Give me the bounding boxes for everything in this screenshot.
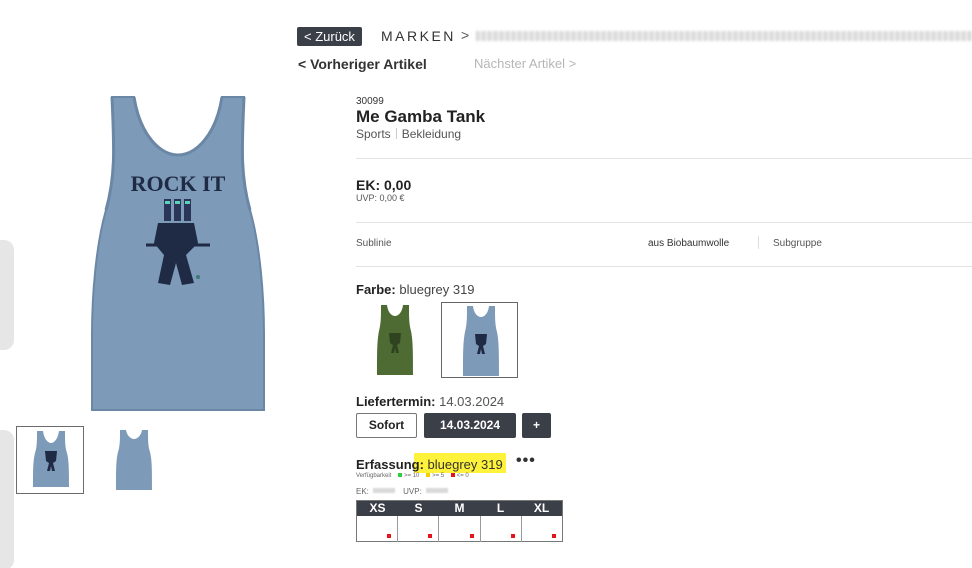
product-categories: Sports Bekleidung [356,127,461,141]
sofort-button[interactable]: Sofort [356,413,417,438]
entry-color: bluegrey 319 [427,457,503,472]
quantity-input[interactable] [398,516,440,542]
availability-indicator [469,534,474,538]
divider [356,266,972,267]
redacted-value [372,488,395,493]
availability-label: Verfügbarkeit [356,473,392,479]
tank-top-icon [116,430,152,490]
delivery-date: 14.03.2024 [439,394,505,409]
color-label: Farbe: [356,282,396,297]
tank-top-icon [463,306,499,376]
quantity-input[interactable] [357,516,399,542]
thumbnail-back[interactable] [100,426,168,494]
yellow-indicator [426,473,431,477]
shirt-print-text: ROCK IT [131,171,226,196]
availability-indicator [387,534,392,538]
product-main-image[interactable]: ROCK IT [90,95,266,415]
divider [758,236,759,249]
legend-yellow: >= 5 [432,473,445,479]
tank-top-icon [377,305,413,375]
category-label[interactable]: Sports [356,127,391,141]
color-value: bluegrey 319 [399,282,475,297]
size-header: XL [533,501,550,515]
quantity-row [357,516,562,542]
size-header: L [496,501,505,515]
subgruppe-label: Subgruppe [773,238,822,249]
breadcrumb-redacted [476,31,972,41]
entry-ek-label: EK: [356,487,369,496]
delivery-row: Liefertermin: 14.03.2024 [356,394,504,409]
add-date-button[interactable]: + [522,413,551,438]
subcategory-label[interactable]: Bekleidung [402,127,461,141]
green-indicator [398,473,403,477]
next-article-link[interactable]: Nächster Artikel > [474,56,576,71]
size-header: XS [369,501,386,515]
thumbnail-front[interactable] [16,426,84,494]
color-swatch-green[interactable] [356,302,433,378]
back-button[interactable]: < Zurück [297,27,362,46]
delivery-label: Liefertermin: [356,394,436,409]
ek-price: EK: 0,00 [356,177,412,193]
delivery-date-button[interactable]: 14.03.2024 [424,413,516,438]
redacted-value [425,488,448,493]
breadcrumb-brands[interactable]: MARKEN [381,28,456,44]
availability-legend: Verfügbarkeit >= 10 >= 5 <= 0 [356,473,469,479]
divider [356,222,972,223]
red-indicator [450,473,455,477]
quantity-input[interactable] [439,516,481,542]
entry-uvp-label: UVP: [403,487,422,496]
quantity-input[interactable] [522,516,562,542]
legend-green: >= 10 [404,473,420,479]
entry-row: Erfassung: bluegrey 319 [356,457,503,472]
breadcrumb-separator: > [461,27,470,43]
tank-top-icon [33,431,69,487]
quantity-input[interactable] [481,516,522,542]
uvp-price: UVP: 0,00 € [356,193,405,203]
product-title: Me Gamba Tank [356,107,486,126]
size-header: S [414,501,423,515]
more-options-button[interactable]: ••• [516,452,536,470]
availability-indicator [552,534,557,538]
sublinie-label: Sublinie [356,238,392,249]
entry-label: Erfassung: [356,457,424,472]
page-edge-shadow [0,240,14,350]
page-edge-shadow [0,430,14,568]
entry-prices: EK: UVP: [356,487,454,496]
availability-indicator [428,534,433,538]
color-row: Farbe: bluegrey 319 [356,282,475,297]
previous-article-link[interactable]: < Vorheriger Artikel [298,56,427,72]
material-value: aus Biobaumwolle [648,238,730,249]
size-header: M [454,501,465,515]
article-number: 30099 [356,96,384,107]
size-quantity-grid: XS S M L XL [356,500,563,542]
availability-indicator [510,534,515,538]
legend-red: <= 0 [456,473,469,479]
divider [356,158,972,159]
size-header-row: XS S M L XL [357,501,562,516]
color-swatch-bluegrey[interactable] [441,302,518,378]
